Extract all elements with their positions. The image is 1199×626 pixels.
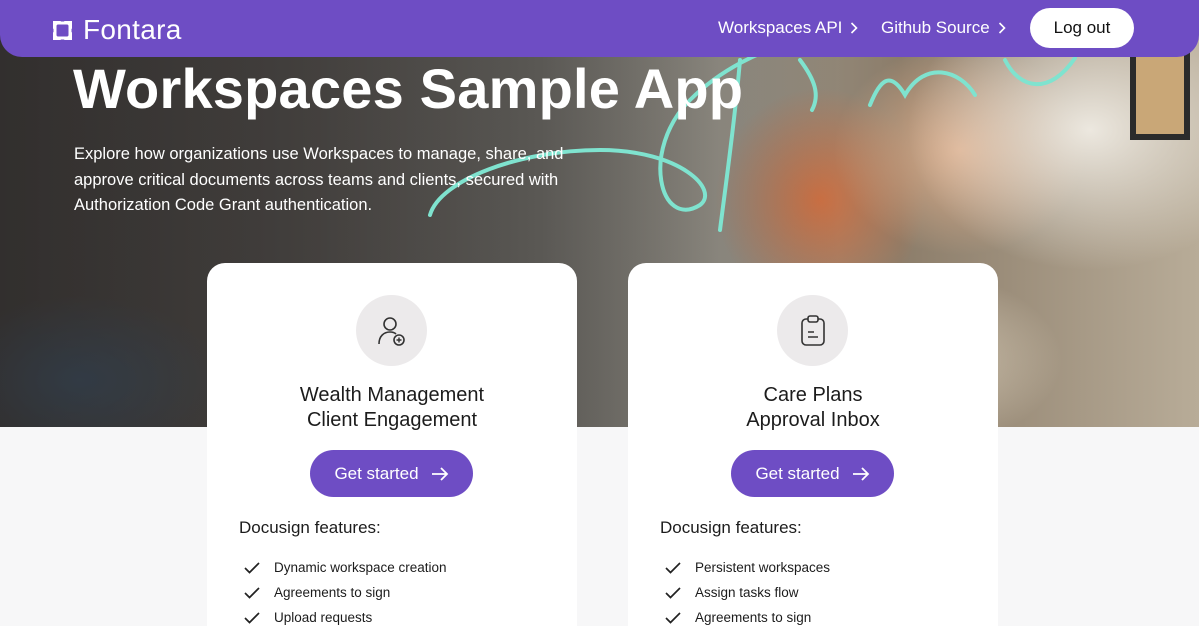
- nav-link-label: Github Source: [881, 18, 990, 37]
- chevron-right-icon: [998, 22, 1006, 34]
- button-label: Get started: [334, 463, 419, 483]
- list-item: Assign tasks flow: [665, 580, 830, 605]
- checkmark-icon: [665, 561, 681, 574]
- arrow-right-icon: [852, 466, 869, 481]
- feature-list: Persistent workspaces Assign tasks flow …: [665, 555, 830, 626]
- checkmark-icon: [665, 611, 681, 624]
- feature-label: Dynamic workspace creation: [274, 560, 447, 575]
- checkmark-icon: [244, 561, 260, 574]
- nav-link-label: Workspaces API: [718, 18, 843, 37]
- feature-label: Upload requests: [274, 610, 373, 625]
- card-title-line-2: Client Engagement: [306, 409, 478, 431]
- feature-list: Dynamic workspace creation Agreements to…: [244, 555, 447, 626]
- checkmark-icon: [244, 611, 260, 624]
- list-item: Upload requests: [244, 605, 447, 626]
- feature-label: Assign tasks flow: [695, 585, 799, 600]
- list-item: Agreements to sign: [244, 580, 447, 605]
- list-item: Agreements to sign: [665, 605, 830, 626]
- features-heading: Docusign features:: [239, 518, 381, 537]
- card-title-line-1: Wealth Management: [299, 384, 485, 406]
- get-started-button[interactable]: Get started: [310, 450, 473, 497]
- brand-name: Fontara: [83, 14, 182, 45]
- get-started-button[interactable]: Get started: [731, 450, 894, 497]
- arrow-right-icon: [431, 466, 448, 481]
- user-plus-icon: [377, 316, 405, 346]
- nav-link-workspaces-api[interactable]: Workspaces API: [718, 18, 859, 38]
- checkmark-icon: [244, 586, 260, 599]
- card-title-line-1: Care Plans: [763, 384, 863, 406]
- page-title: Workspaces Sample App: [73, 57, 744, 120]
- chevron-right-icon: [851, 22, 859, 34]
- scenario-card-care-plans: Care Plans Approval Inbox Get started Do…: [628, 263, 998, 626]
- page-background: [0, 427, 1199, 626]
- card-icon-circle: [356, 295, 427, 366]
- top-navigation-bar: Fontara Workspaces API Github Source Log…: [0, 0, 1199, 57]
- feature-label: Persistent workspaces: [695, 560, 831, 575]
- feature-label: Agreements to sign: [274, 585, 391, 600]
- card-title-line-2: Approval Inbox: [746, 409, 880, 431]
- list-item: Dynamic workspace creation: [244, 555, 447, 580]
- brand-logo[interactable]: Fontara: [53, 14, 182, 46]
- button-label: Get started: [755, 463, 840, 483]
- nav-link-github-source[interactable]: Github Source: [881, 18, 1006, 38]
- card-icon-circle: [777, 295, 848, 366]
- feature-label: Agreements to sign: [695, 610, 812, 625]
- fontara-logo-icon: [53, 20, 72, 40]
- page-intro-text: Explore how organizations use Workspaces…: [74, 145, 564, 214]
- scenario-card-wealth-management: Wealth Management Client Engagement Get …: [207, 263, 577, 626]
- list-item: Persistent workspaces: [665, 555, 830, 580]
- logout-button[interactable]: Log out: [1030, 8, 1134, 48]
- features-heading: Docusign features:: [660, 518, 802, 537]
- clipboard-icon: [800, 314, 825, 346]
- checkmark-icon: [665, 586, 681, 599]
